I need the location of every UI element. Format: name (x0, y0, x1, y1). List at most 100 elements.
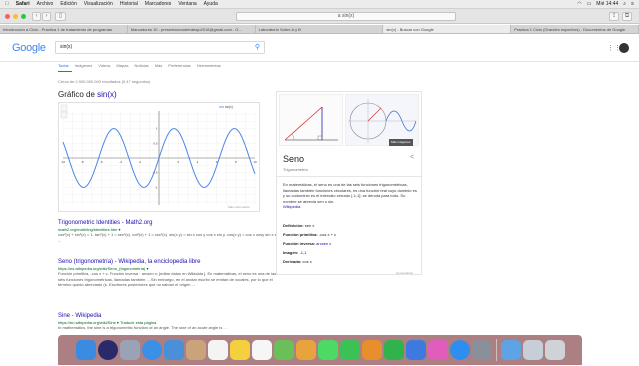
reminders-icon[interactable] (251, 340, 272, 360)
preferences-icon[interactable] (471, 340, 492, 360)
search-icon[interactable]: ⚲ (255, 44, 260, 51)
tab-mapas[interactable]: Mapas (116, 63, 128, 68)
graph-more-info-link[interactable]: Más información (228, 205, 250, 209)
apple-menu-icon[interactable]:  (5, 0, 9, 9)
menu-historial[interactable]: Historial (120, 0, 138, 9)
knowledge-images[interactable]: Más imágenes (277, 92, 421, 148)
spotlight-icon[interactable]: ⌕ (623, 0, 626, 9)
result-snippet: cos²(x) + sin²(x) = 1. tan²(x) + 1 = sec… (58, 232, 283, 243)
forward-button[interactable]: › (42, 12, 51, 21)
calendar-icon[interactable] (207, 340, 228, 360)
result-title[interactable]: Trigonometric Identities - Math2.org (58, 220, 283, 226)
result-item: Trigonometric Identities - Math2.org mat… (58, 220, 283, 243)
trash-icon[interactable] (544, 340, 565, 360)
search-tabs: Todos Imágenes Videos Mapas Noticias Más… (58, 63, 221, 68)
tab-google-search[interactable]: sin(x) - Buscar con Google (383, 25, 512, 33)
tab-google-docs[interactable]: Practica 1 Ciclo (Grandes espectros) - D… (511, 25, 639, 33)
tab-todos[interactable]: Todos (58, 63, 69, 68)
legend-label: sin(x) (225, 105, 233, 109)
tab-preferencias[interactable]: Preferencias (168, 63, 190, 68)
contacts-icon[interactable] (185, 340, 206, 360)
menu-visualizacion[interactable]: Visualización (84, 0, 113, 9)
row-label: Imagen: (283, 250, 299, 255)
siri-icon[interactable] (97, 340, 118, 360)
google-logo[interactable]: Google (12, 42, 46, 54)
tab-herramientas[interactable]: Herramientas (197, 63, 221, 68)
sidebar-button[interactable]: ▯ (55, 12, 66, 21)
graph-canvas[interactable]: -10 -8 -6 -4 -2 2 4 6 8 1010.5-0.5-1sin(x) (59, 103, 259, 211)
zoom-window-button[interactable] (21, 14, 26, 19)
tab-videos[interactable]: Videos (98, 63, 110, 68)
wifi-icon[interactable]: ◠ (577, 0, 581, 9)
knowledge-description-text: En matemáticas, el seno es una de las se… (283, 182, 417, 204)
address-bar[interactable]: a sin(x) (236, 12, 456, 21)
zoom-out-button[interactable] (60, 111, 68, 119)
google-header: Google sin(x) ⚲ ⋮⋮ (0, 34, 639, 62)
close-window-button[interactable] (5, 14, 10, 19)
zoom-in-button[interactable] (60, 104, 68, 112)
row-value[interactable]: arcsen x (316, 241, 331, 246)
appstore-icon[interactable] (449, 340, 470, 360)
result-item: Sine - Wikipedia https://en.wikipedia.or… (58, 313, 283, 331)
itunes-icon[interactable] (427, 340, 448, 360)
row-label: Función primitiva: (283, 232, 318, 237)
tab-gmail[interactable]: Marcadores 10 - presentaciondetrabajo201… (128, 25, 256, 33)
result-title[interactable]: Sine - Wikipedia (58, 313, 283, 319)
back-button[interactable]: ‹ (32, 12, 41, 21)
comments-link[interactable]: Comentarios (396, 271, 413, 275)
tab-mas[interactable]: Más (155, 63, 163, 68)
knowledge-image-triangle[interactable] (279, 94, 343, 146)
keynote-icon[interactable] (405, 340, 426, 360)
menu-bar:  Safari Archivo Edición Visualización H… (0, 0, 639, 9)
more-images-button[interactable]: Más imágenes (389, 139, 413, 146)
menu-edicion[interactable]: Edición (60, 0, 76, 9)
share-button[interactable]: ⇪ (609, 12, 619, 21)
window-controls (5, 14, 26, 19)
menu-marcadores[interactable]: Marcadores (145, 0, 171, 9)
mail-icon[interactable] (163, 340, 184, 360)
knowledge-row-inversa: Función inversa: arcsen x (283, 241, 331, 246)
finder-icon[interactable] (75, 340, 96, 360)
graph-title: Gráfico de sin(x) (58, 90, 117, 99)
wikipedia-link[interactable]: Wikipedia (283, 204, 300, 209)
result-title[interactable]: Seno (trigonometría) - Wikipedia, la enc… (58, 259, 283, 265)
tab-noticias[interactable]: Noticias (134, 63, 148, 68)
share-icon[interactable]: < (410, 154, 414, 161)
tab-practica[interactable]: Introducción a Ciclo - Practica 1 de tra… (0, 25, 128, 33)
x-tick-label: 4 (197, 160, 199, 164)
menu-safari[interactable]: Safari (16, 0, 30, 9)
function-graph[interactable]: -10 -8 -6 -4 -2 2 4 6 8 10 1 0.5 -0.5 -1 sin(x) (58, 102, 260, 212)
safari-icon[interactable] (141, 340, 162, 360)
notification-center-icon[interactable]: ≡ (631, 0, 634, 9)
tab-laboratorio[interactable]: Laboratorio Sobre A y B (256, 25, 384, 33)
address-text: a sin(x) (337, 13, 355, 19)
avatar[interactable] (619, 43, 629, 53)
battery-icon[interactable]: ▭ (587, 0, 592, 9)
graph-title-function: sin(x) (97, 90, 117, 99)
photos-icon[interactable] (295, 340, 316, 360)
knowledge-panel: Más imágenes Seno Trigonometría < En mat… (276, 91, 422, 275)
notes-icon[interactable] (229, 340, 250, 360)
menu-archivo[interactable]: Archivo (37, 0, 54, 9)
menu-ventana[interactable]: Ventana (178, 0, 196, 9)
search-input[interactable]: sin(x) ⚲ (55, 41, 265, 54)
facetime-icon[interactable] (339, 340, 360, 360)
menu-ayuda[interactable]: Ayuda (204, 0, 218, 9)
minimize-window-button[interactable] (13, 14, 18, 19)
row-value: sen x (304, 223, 315, 228)
y-tick-label: -1 (155, 185, 158, 189)
row-label: Función inversa: (283, 241, 316, 246)
tab-imagenes[interactable]: Imágenes (75, 63, 93, 68)
downloads-folder-icon[interactable] (500, 340, 521, 360)
result-item: Seno (trigonometría) - Wikipedia, la enc… (58, 259, 283, 288)
documents-icon[interactable] (522, 340, 543, 360)
maps-icon[interactable] (273, 340, 294, 360)
tabs-overview-button[interactable]: ⧉ (622, 12, 632, 21)
launchpad-icon[interactable] (119, 340, 140, 360)
x-tick-label: -6 (100, 160, 103, 164)
messages-icon[interactable] (317, 340, 338, 360)
pages-icon[interactable] (361, 340, 382, 360)
clock[interactable]: Mié 14:44 (596, 0, 618, 9)
numbers-icon[interactable] (383, 340, 404, 360)
y-tick-label: 0.5 (153, 141, 158, 145)
